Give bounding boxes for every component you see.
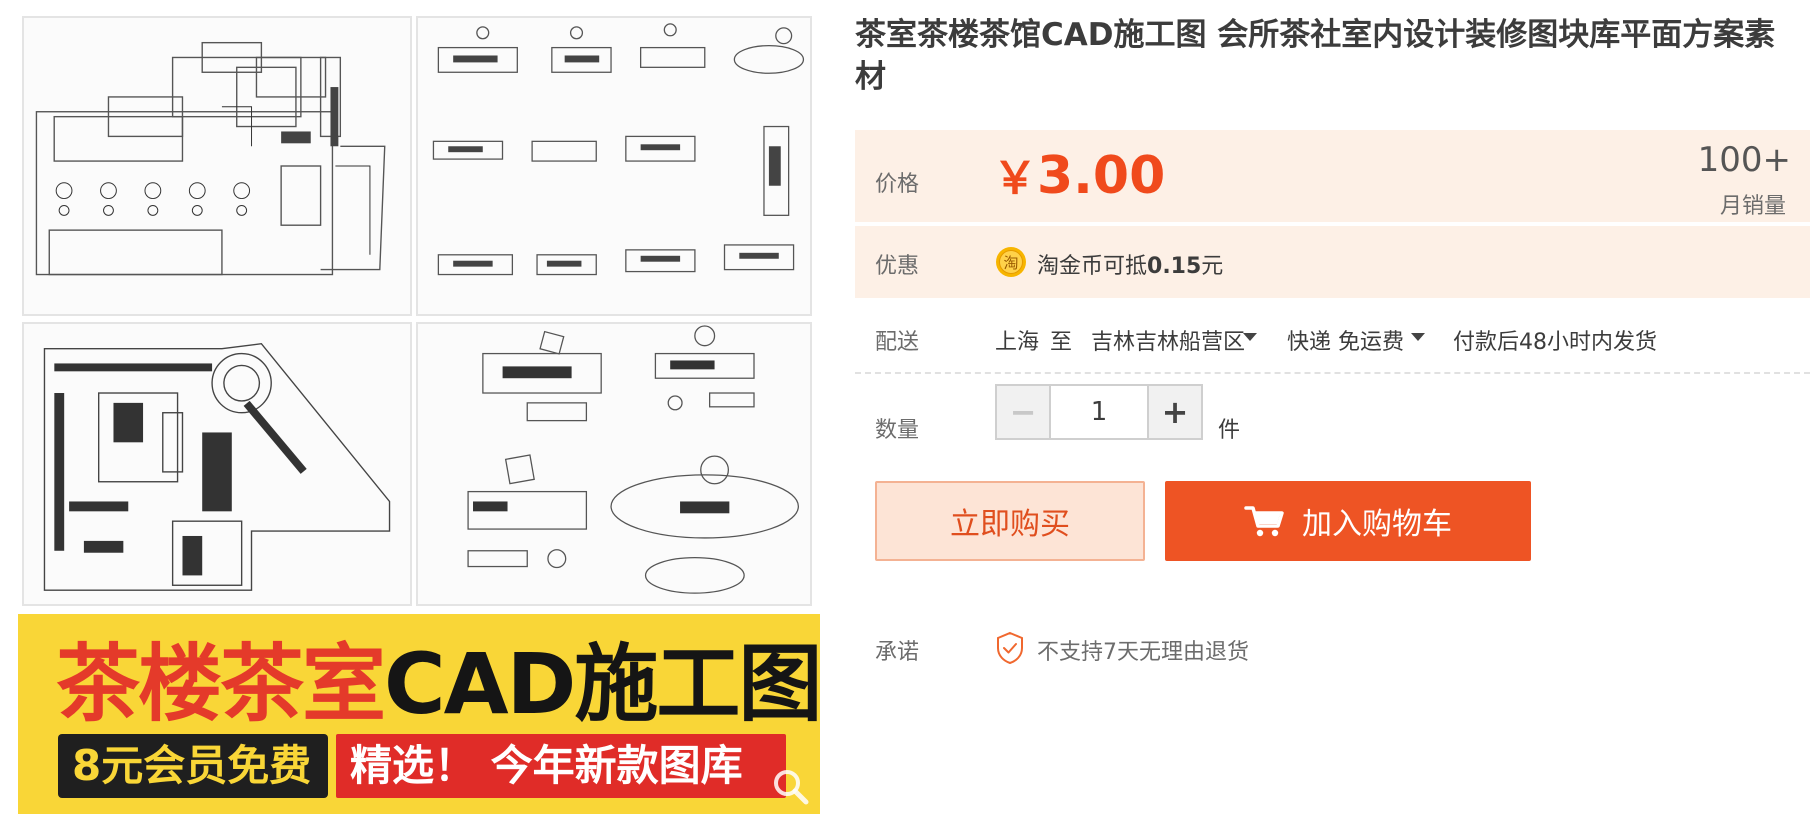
banner-title-red: 茶楼茶室 xyxy=(56,635,386,733)
table-sets-drawing xyxy=(467,325,800,594)
quantity-label: 数量 xyxy=(875,418,920,443)
promotion-prefix: 淘金币可抵 xyxy=(1037,254,1148,279)
zoom-magnifier-icon[interactable] xyxy=(770,766,810,806)
add-to-cart-button[interactable]: 加入购物车 xyxy=(1165,481,1531,561)
product-image-gallery[interactable]: 茶楼茶室CAD施工图 8元会员免费 精选！ 今年新款图库 xyxy=(18,14,822,814)
shipping-row: 配送 上海 至 吉林吉林船营区 快递 免运费 付款后48小时内发货 xyxy=(855,302,1810,374)
shipping-label: 配送 xyxy=(875,330,920,355)
cad-teahouse-plan-image xyxy=(22,322,412,606)
promotion-text: 淘金币可抵0.15元 xyxy=(1037,248,1223,280)
cad-table-sets-image xyxy=(416,322,812,606)
product-page: 茶楼茶室CAD施工图 8元会员免费 精选！ 今年新款图库 茶室茶楼茶馆CAD施工… xyxy=(0,0,1810,834)
member-free-badge: 8元会员免费 xyxy=(58,734,328,798)
price-value: ￥3.00 xyxy=(993,142,1165,206)
shipping-destination-select[interactable]: 吉林吉林船营区 xyxy=(1091,324,1245,356)
quantity-input[interactable]: 1 xyxy=(1051,384,1147,440)
quantity-stepper: − 1 + xyxy=(995,384,1203,440)
promotion-suffix: 元 xyxy=(1201,254,1224,279)
shield-check-icon xyxy=(997,631,1023,665)
add-to-cart-label: 加入购物车 xyxy=(1302,507,1452,542)
taobao-coin-icon: 淘 xyxy=(996,247,1026,277)
product-info-panel: 茶室茶楼茶馆CAD施工图 会所茶社室内设计装修图块库平面方案素材 价格 ￥3.0… xyxy=(855,14,1810,665)
selection-badge: 精选！ 今年新款图库 xyxy=(336,734,786,798)
destination-chevron-down-icon[interactable] xyxy=(1243,333,1257,341)
shipping-method-select[interactable]: 快递 免运费 xyxy=(1287,324,1404,356)
price-amount: 3.00 xyxy=(1037,146,1166,206)
dispatch-time-text: 付款后48小时内发货 xyxy=(1453,330,1657,355)
floor-plan-drawing xyxy=(35,41,386,276)
teahouse-plan-drawing xyxy=(43,342,391,591)
price-box: 价格 ￥3.00 100+ 月销量 xyxy=(855,130,1810,222)
monthly-sales-label: 月销量 xyxy=(1719,194,1786,219)
promise-text: 不支持7天无理由退货 xyxy=(1037,640,1249,665)
currency-symbol: ￥ xyxy=(993,153,1037,204)
cad-desk-blocks-image xyxy=(416,16,812,316)
promotion-amount: 0.15 xyxy=(1147,254,1202,279)
shopping-cart-icon xyxy=(1244,506,1284,537)
product-title: 茶室茶楼茶馆CAD施工图 会所茶社室内设计装修图块库平面方案素材 xyxy=(855,17,1776,95)
promotion-row: 优惠 淘 淘金币可抵0.15元 xyxy=(855,226,1810,298)
increase-quantity-button[interactable]: + xyxy=(1147,384,1203,440)
quantity-unit: 件 xyxy=(1218,418,1241,443)
promotion-label: 优惠 xyxy=(875,254,920,279)
monthly-sales-count: 100+ xyxy=(1697,140,1791,180)
price-label: 价格 xyxy=(875,172,920,197)
buy-now-button[interactable]: 立即购买 xyxy=(875,481,1145,561)
promo-banner: 茶楼茶室CAD施工图 8元会员免费 精选！ 今年新款图库 xyxy=(18,614,822,814)
promise-label: 承诺 xyxy=(875,640,920,665)
desk-blocks-drawing xyxy=(432,23,805,276)
cad-floor-plan-image xyxy=(22,16,412,316)
banner-title-black: CAD施工图 xyxy=(384,635,822,733)
coin-glyph: 淘 xyxy=(1003,254,1018,272)
shipping-to-word: 至 xyxy=(1050,330,1073,355)
decrease-quantity-button[interactable]: − xyxy=(995,384,1051,440)
banner-title: 茶楼茶室CAD施工图 xyxy=(56,635,822,733)
method-chevron-down-icon[interactable] xyxy=(1411,333,1425,341)
shipping-origin: 上海 xyxy=(995,330,1040,355)
